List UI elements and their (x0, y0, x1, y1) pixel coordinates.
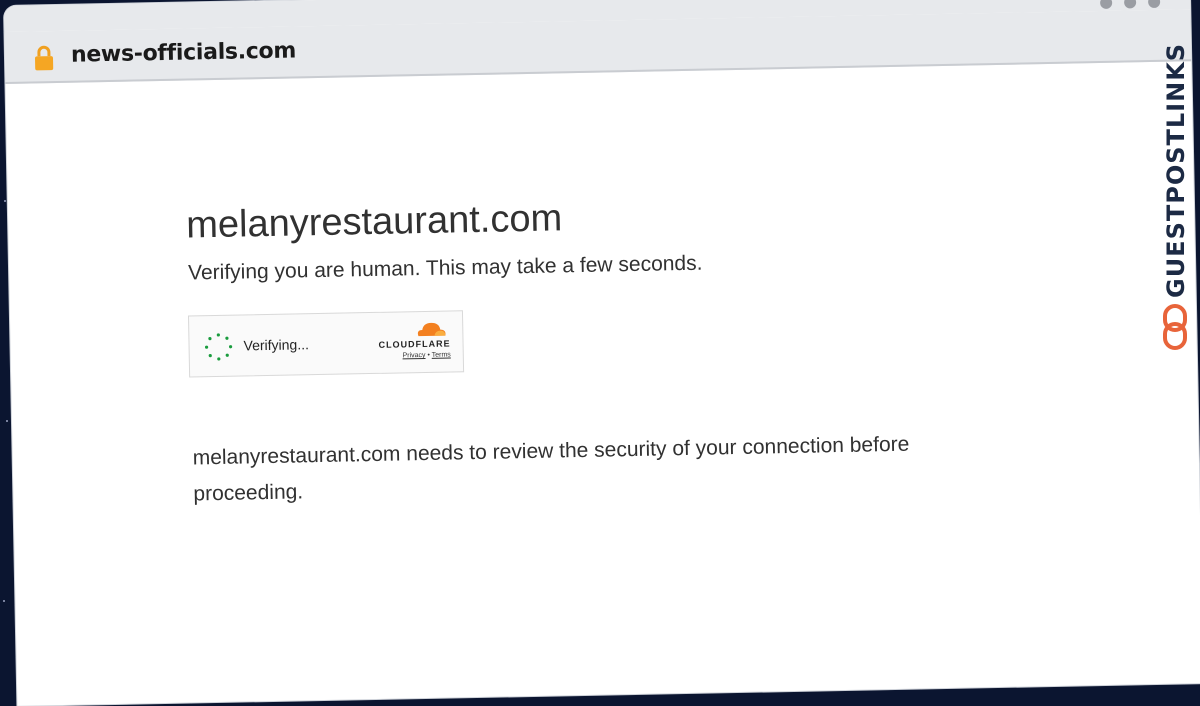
window-dot[interactable] (1124, 0, 1137, 9)
widget-links: Privacy • Terms (402, 351, 450, 359)
guestpostlinks-watermark: GUESTPOSTLINKS (1158, 42, 1192, 358)
page-title: melanyrestaurant.com (185, 197, 563, 247)
verifying-label: Verifying... (243, 336, 310, 354)
page-content: melanyrestaurant.com Verifying you are h… (5, 61, 1200, 706)
page-subtitle: Verifying you are human. This may take a… (187, 251, 703, 285)
terms-link[interactable]: Terms (432, 351, 451, 358)
browser-window: news-officials.com melanyrestaurant.com … (4, 0, 1200, 706)
window-dot[interactable] (1100, 0, 1113, 9)
lock-icon (35, 45, 54, 71)
url-text[interactable]: news-officials.com (71, 38, 296, 67)
link-separator: • (427, 351, 430, 359)
spinner-icon (204, 333, 233, 361)
privacy-link[interactable]: Privacy (402, 352, 425, 359)
cloudflare-turnstile-widget[interactable]: Verifying... CLOUDFLARE Privacy • Terms (187, 310, 465, 378)
security-notice: melanyrestaurant.com needs to review the… (192, 432, 910, 506)
window-dot[interactable] (1148, 0, 1161, 9)
cloudflare-wordmark: CLOUDFLARE (378, 338, 451, 350)
window-controls (1100, 0, 1161, 9)
cloudflare-logo-icon (417, 322, 446, 337)
chain-link-icon (1163, 304, 1187, 350)
brand-text: GUESTPOSTLINKS (1162, 42, 1190, 298)
